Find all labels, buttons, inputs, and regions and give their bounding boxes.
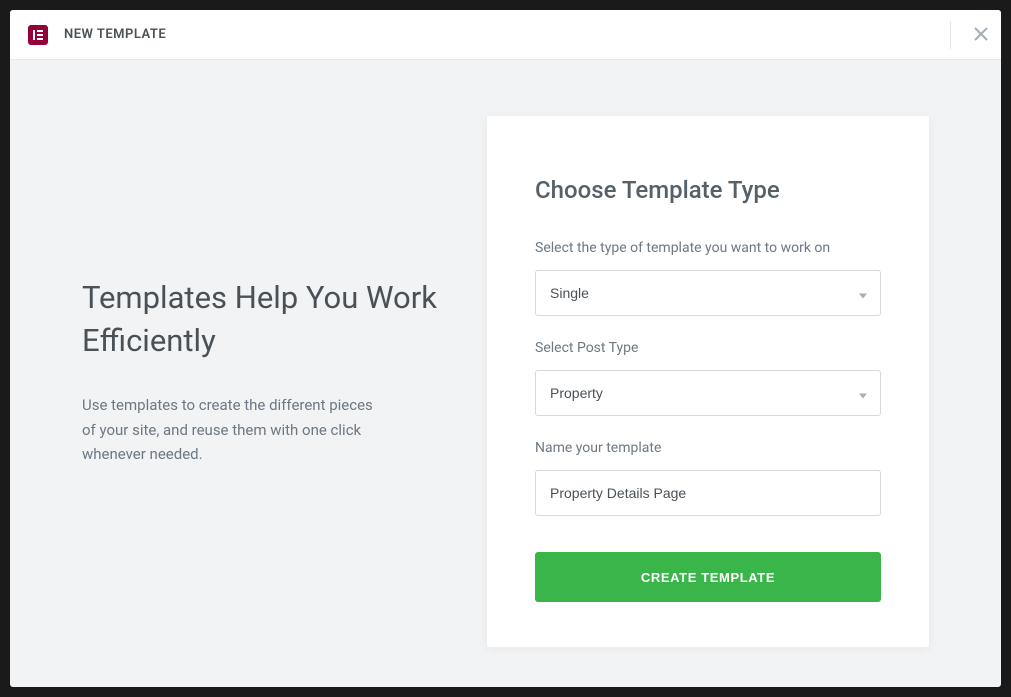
modal-body: Templates Help You Work Efficiently Use … [10,60,1001,687]
template-type-label: Select the type of template you want to … [535,240,881,256]
close-button[interactable] [961,10,1001,60]
template-name-group: Name your template [535,440,881,516]
close-icon [974,24,988,47]
form-heading: Choose Template Type [535,176,881,204]
post-type-label: Select Post Type [535,340,881,356]
marketing-panel: Templates Help You Work Efficiently Use … [82,116,447,647]
marketing-title: Templates Help You Work Efficiently [82,276,447,363]
post-type-group: Select Post Type Property [535,340,881,416]
create-template-button[interactable]: CREATE TEMPLATE [535,552,881,602]
template-name-input[interactable] [535,470,881,516]
header-divider [950,21,951,49]
template-type-select[interactable]: Single [535,270,881,316]
elementor-logo-icon [28,25,48,45]
template-form-card: Choose Template Type Select the type of … [487,116,929,647]
template-name-label: Name your template [535,440,881,456]
post-type-select[interactable]: Property [535,370,881,416]
modal-title: NEW TEMPLATE [64,27,166,42]
marketing-description: Use templates to create the different pi… [82,393,382,467]
template-type-group: Select the type of template you want to … [535,240,881,316]
new-template-modal: NEW TEMPLATE Templates Help You Work Eff… [10,10,1001,687]
modal-header: NEW TEMPLATE [10,10,1001,60]
